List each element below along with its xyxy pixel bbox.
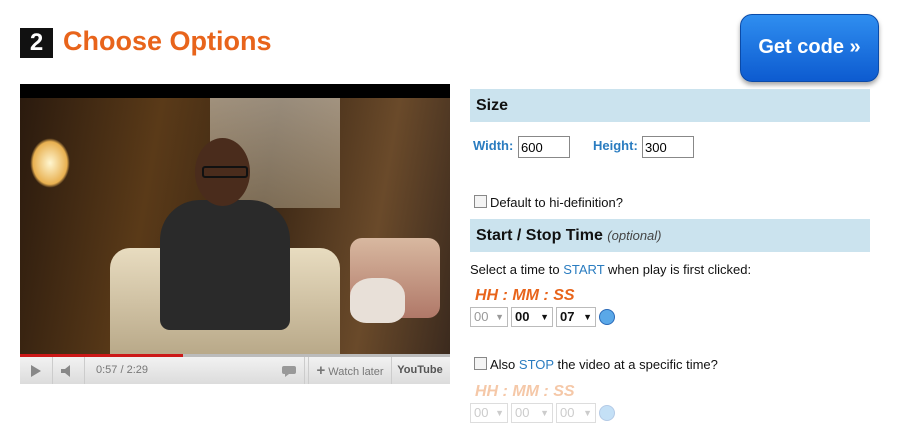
video-frame[interactable] (20, 98, 450, 356)
page-title: Choose Options (63, 26, 272, 56)
start-instruction: Select a time to START when play is firs… (470, 262, 752, 277)
video-player[interactable]: 0:57 / 2:29 + Watch later YouTube (20, 84, 450, 384)
step-number: 2 (20, 28, 53, 58)
watch-later-label: Watch later (328, 366, 384, 378)
caption-button[interactable] (274, 357, 305, 384)
start-stop-heading: Start / Stop Time (optional) (470, 219, 870, 252)
width-label: Width: (473, 138, 514, 153)
stop-clock-icon (599, 405, 615, 421)
size-heading: Size (470, 89, 870, 122)
stop-hours-select: 00 ▼ (470, 403, 508, 423)
start-format-label: HH : MM : SS (475, 287, 575, 304)
start-minutes-select[interactable]: 00 ▼ (511, 307, 553, 327)
stop-seconds-select: 00 ▼ (556, 403, 596, 423)
start-seconds-select[interactable]: 07 ▼ (556, 307, 596, 327)
clock-icon[interactable] (599, 309, 615, 325)
hd-checkbox[interactable] (474, 195, 487, 208)
optional-label: (optional) (607, 228, 662, 243)
get-code-button[interactable]: Get code » (740, 14, 879, 82)
stop-format-label: HH : MM : SS (475, 383, 575, 400)
start-hours-select[interactable]: 00 ▼ (470, 307, 508, 327)
time-display: 0:57 / 2:29 (96, 364, 148, 376)
stop-instruction: Also STOP the video at a specific time? (490, 357, 718, 372)
speech-bubble-icon (282, 366, 296, 377)
height-input[interactable] (642, 136, 694, 158)
plus-icon: + (316, 362, 326, 379)
play-button[interactable] (20, 357, 53, 384)
watch-later-button[interactable]: + Watch later (308, 357, 392, 384)
width-input[interactable] (518, 136, 570, 158)
scene-person (150, 138, 290, 330)
stop-checkbox[interactable] (474, 357, 487, 370)
youtube-logo[interactable]: YouTube (392, 357, 448, 384)
scene-lamp (30, 138, 70, 188)
stop-minutes-select: 00 ▼ (511, 403, 553, 423)
scene-cat (350, 278, 405, 323)
height-label: Height: (593, 138, 638, 153)
player-controls: 0:57 / 2:29 + Watch later YouTube (20, 354, 450, 384)
start-stop-title: Start / Stop Time (476, 227, 603, 244)
volume-button[interactable] (52, 357, 85, 384)
speaker-icon (61, 365, 70, 377)
play-icon (31, 365, 41, 377)
hd-label: Default to hi-definition? (490, 195, 623, 210)
